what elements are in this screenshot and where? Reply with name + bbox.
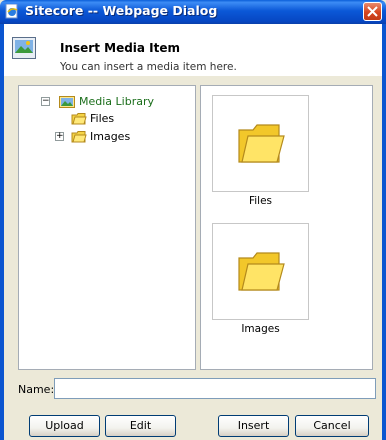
media-item-files[interactable] [212,95,309,192]
media-library-icon [59,96,75,108]
edit-button[interactable]: Edit [105,415,176,437]
insert-button[interactable]: Insert [218,415,289,437]
media-image-icon [12,37,36,59]
dialog-subtitle: You can insert a media item here. [60,61,237,73]
window-frame-left [0,24,4,440]
close-icon [367,6,378,17]
ie-page-icon [5,4,18,19]
folder-icon [71,113,87,125]
title-bar[interactable]: Sitecore -- Webpage Dialog [0,0,386,24]
name-input[interactable] [54,378,376,399]
media-item-label: Files [248,195,273,207]
media-item-label: Images [241,323,280,335]
media-tree-panel[interactable]: − Media Library Files + Images [18,85,196,370]
media-item-images[interactable] [212,223,309,320]
tree-node-label: Media Library [79,95,154,108]
media-preview-panel[interactable]: Files Images [200,85,373,370]
dialog-title: Insert Media Item [60,41,181,55]
tree-node-label: Files [90,112,115,125]
folder-icon [238,124,285,163]
cancel-button[interactable]: Cancel [295,415,369,437]
collapse-toggle[interactable]: − [41,97,50,106]
name-label: Name: [18,383,55,396]
tree-node-label: Images [90,130,131,143]
folder-icon [71,131,87,143]
dialog-header: Insert Media Item You can insert a media… [4,24,382,76]
window-frame-right [382,24,386,440]
upload-button[interactable]: Upload [29,415,100,437]
folder-icon [238,252,285,291]
close-button[interactable] [363,2,382,21]
window-title: Sitecore -- Webpage Dialog [25,3,218,18]
expand-toggle[interactable]: + [55,132,64,141]
